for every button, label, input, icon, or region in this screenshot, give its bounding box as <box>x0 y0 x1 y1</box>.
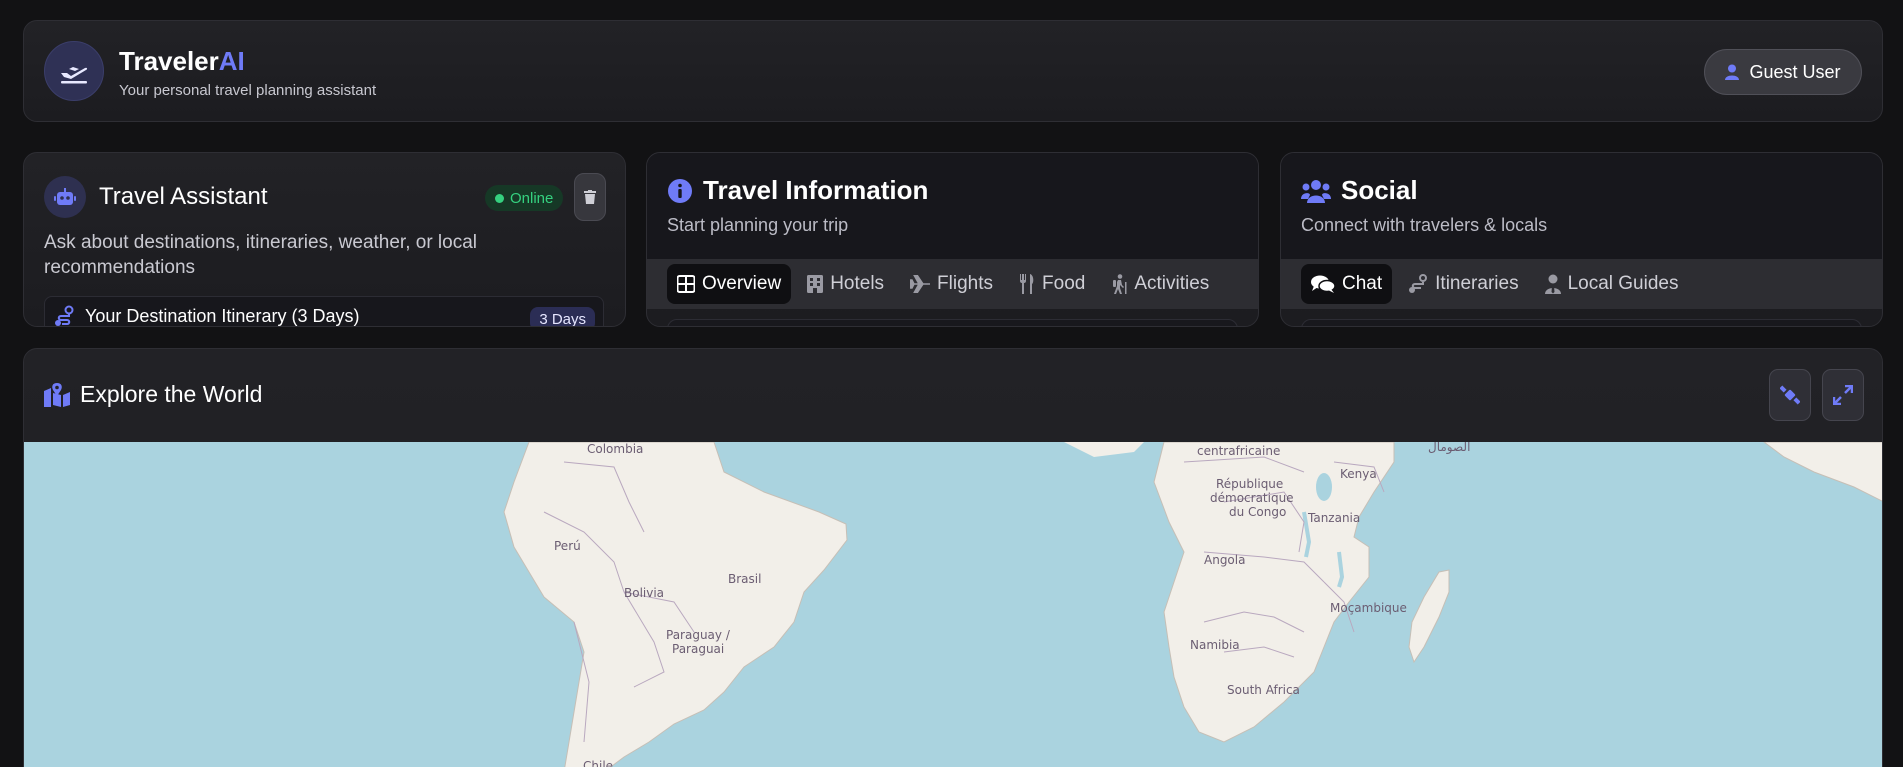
travel-assistant-card: Travel Assistant Online Ask about destin… <box>23 152 626 327</box>
world-map[interactable]: Colombia Perú Bolivia Brasil Paraguay / … <box>24 440 1883 767</box>
robot-icon <box>54 188 76 205</box>
tab-label: Itineraries <box>1435 273 1519 294</box>
brand-main: Traveler <box>119 46 219 76</box>
status-label: Online <box>510 189 554 207</box>
utensils-icon <box>1020 274 1034 294</box>
map-label-kenya: Kenya <box>1340 467 1377 481</box>
tab-label: Flights <box>937 273 994 294</box>
map-label-brasil: Brasil <box>728 572 761 586</box>
info-circle-icon <box>668 178 692 203</box>
map-label-somalia: الصومال <box>1428 442 1470 455</box>
travel-info-content <box>667 319 1238 326</box>
route-icon <box>1409 274 1428 293</box>
grid-icon <box>677 275 695 293</box>
social-title-text: Social <box>1341 175 1418 205</box>
map-label-tanzania: Tanzania <box>1307 511 1360 525</box>
tab-label: Activities <box>1134 273 1210 294</box>
map-label-mocambique: Moçambique <box>1330 601 1407 615</box>
days-badge: 3 Days <box>530 307 595 326</box>
tab-food[interactable]: Food <box>1009 264 1095 304</box>
map-label-peru: Perú <box>554 539 581 553</box>
social-tabs: Chat Itineraries Local Guides <box>1281 259 1882 309</box>
user-icon <box>1725 64 1740 80</box>
ocean <box>24 442 1882 767</box>
map-header: Explore the World <box>24 349 1882 442</box>
social-subtitle: Connect with travelers & locals <box>1301 215 1548 235</box>
trash-icon <box>584 190 596 204</box>
social-header: Social Connect with travelers & locals <box>1281 153 1882 259</box>
clear-chat-button[interactable] <box>574 173 606 221</box>
tab-label: Hotels <box>830 273 885 294</box>
map-label-bolivia: Bolivia <box>624 586 664 600</box>
map-label-angola: Angola <box>1204 553 1245 567</box>
hotel-icon <box>807 275 824 293</box>
map-label-south-africa: South Africa <box>1227 683 1300 697</box>
tagline: Your personal travel planning assistant <box>119 82 377 99</box>
fullscreen-button[interactable] <box>1822 369 1864 421</box>
user-tie-icon <box>1544 274 1561 294</box>
satellite-icon <box>1780 385 1800 405</box>
explore-map-panel: Explore the World Colombia Perú Bolivia … <box>23 348 1883 767</box>
travel-info-tabs: Overview Hotels Flights Food Activities <box>647 259 1258 309</box>
tab-hotels[interactable]: Hotels <box>797 264 894 304</box>
app-header: TravelerAI Your personal travel planning… <box>23 20 1883 122</box>
guest-user-label: Guest User <box>1749 61 1841 82</box>
social-title: Social <box>1301 175 1418 206</box>
tab-flights[interactable]: Flights <box>900 264 1003 304</box>
online-dot-icon <box>495 193 504 203</box>
map-label-centrafricaine: centrafricaine <box>1197 444 1280 458</box>
map-label-namibia: Namibia <box>1190 638 1240 652</box>
map-marked-icon <box>44 382 70 407</box>
satellite-view-button[interactable] <box>1769 369 1811 421</box>
tab-label: Food <box>1042 273 1086 294</box>
brand-accent: AI <box>218 46 245 76</box>
tab-label: Chat <box>1342 273 1383 294</box>
lake-victoria <box>1316 473 1332 501</box>
brand-name: TravelerAI <box>119 46 245 77</box>
route-icon <box>55 305 74 326</box>
map-label-rdc-1: République <box>1216 477 1283 491</box>
map-canvas[interactable]: Colombia Perú Bolivia Brasil Paraguay / … <box>24 440 1883 767</box>
hiking-icon <box>1113 274 1127 294</box>
map-label-paraguay-1: Paraguay / <box>666 628 731 642</box>
map-label-paraguay-2: Paraguai <box>672 642 724 656</box>
travel-information-card: Travel Information Start planning your t… <box>646 152 1259 327</box>
tab-label: Overview <box>702 273 782 294</box>
travel-info-title: Travel Information <box>667 175 928 206</box>
logo <box>44 41 104 101</box>
travel-info-header: Travel Information Start planning your t… <box>647 153 1258 259</box>
robot-avatar <box>44 176 86 218</box>
travel-info-subtitle: Start planning your trip <box>667 215 849 235</box>
status-badge: Online <box>485 185 564 211</box>
lake-malawi <box>1337 551 1345 588</box>
social-content <box>1301 319 1862 326</box>
tab-overview[interactable]: Overview <box>667 264 792 304</box>
tab-itineraries[interactable]: Itineraries <box>1398 264 1528 304</box>
itinerary-title: Your Destination Itinerary (3 Days) <box>85 306 360 326</box>
guest-user-button[interactable]: Guest User <box>1704 49 1862 95</box>
social-card: Social Connect with travelers & locals C… <box>1280 152 1883 327</box>
tab-activities[interactable]: Activities <box>1101 264 1219 304</box>
travel-info-title-text: Travel Information <box>703 175 929 205</box>
itinerary-item[interactable]: Your Destination Itinerary (3 Days) 3 Da… <box>44 296 604 326</box>
users-icon <box>1301 179 1331 203</box>
map-label-rdc-2: démocratique <box>1210 491 1294 505</box>
plane-departure-icon <box>61 67 88 84</box>
tab-chat[interactable]: Chat <box>1301 264 1393 304</box>
tab-label: Local Guides <box>1567 273 1679 294</box>
comments-icon <box>1311 275 1335 293</box>
assistant-description: Ask about destinations, itineraries, wea… <box>44 232 478 278</box>
map-title-text: Explore the World <box>80 381 263 407</box>
map-title: Explore the World <box>44 381 262 408</box>
assistant-title: Travel Assistant <box>99 183 268 210</box>
map-label-chile: Chile <box>583 759 613 767</box>
plane-icon <box>910 275 931 293</box>
map-label-rdc-3: du Congo <box>1229 505 1286 519</box>
expand-icon <box>1833 385 1853 405</box>
tab-local-guides[interactable]: Local Guides <box>1535 264 1689 304</box>
map-label-colombia: Colombia <box>587 442 643 456</box>
